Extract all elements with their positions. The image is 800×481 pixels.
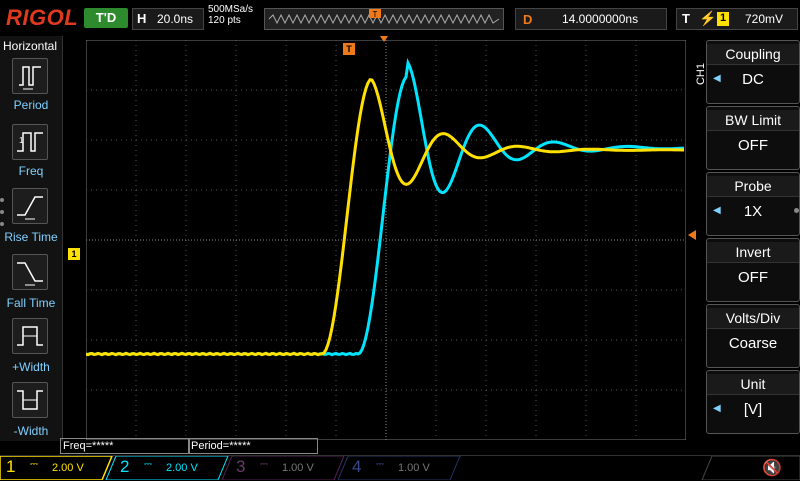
ch3-number: 3 bbox=[236, 457, 246, 476]
coupling-value: DC bbox=[742, 71, 764, 88]
horizontal-letter: H bbox=[137, 11, 147, 26]
bw-limit-title: BW Limit bbox=[707, 110, 799, 131]
ch4-scale: 1.00 V bbox=[398, 462, 430, 474]
ch1-offset-marker[interactable]: 1 bbox=[68, 248, 80, 260]
speaker-muted-icon[interactable]: 🔇 bbox=[762, 458, 782, 478]
dc-coupling-icon: ⎓ bbox=[376, 459, 384, 470]
memory-waveform-icon: T bbox=[268, 9, 500, 25]
svg-text:1: 1 bbox=[19, 136, 24, 145]
trigger-letter: T bbox=[682, 11, 690, 26]
freq-label: Freq bbox=[18, 164, 44, 178]
memory-points: 120 pts bbox=[208, 15, 241, 26]
probe-value: 1X bbox=[743, 203, 763, 220]
pos-width-label: +Width bbox=[12, 360, 50, 374]
freq-measurement[interactable]: Freq=***** bbox=[60, 438, 190, 454]
pos-width-icon bbox=[12, 318, 48, 354]
fall-time-icon bbox=[12, 254, 48, 290]
rise-time-label: Rise Time bbox=[4, 230, 58, 244]
rise-time-icon bbox=[12, 188, 48, 224]
unit-title: Unit bbox=[707, 374, 799, 395]
ch3-scale: 1.00 V bbox=[282, 462, 314, 474]
delay-box[interactable]: D 14.0000000ns bbox=[515, 8, 667, 30]
bw-limit-value: OFF bbox=[738, 137, 768, 154]
left-menu-dot bbox=[0, 198, 4, 202]
probe-button[interactable]: Probe ◀ 1X bbox=[706, 172, 800, 236]
delay-value: 14.0000000ns bbox=[562, 12, 639, 26]
ch4-number: 4 bbox=[352, 457, 362, 476]
top-status-bar: RIGOL T'D H 20.0ns 500MSa/s 120 pts T D … bbox=[0, 0, 800, 36]
ch2-scale: 2.00 V bbox=[166, 462, 198, 474]
coupling-title: Coupling bbox=[707, 44, 799, 65]
trigger-status-badge: T'D bbox=[84, 8, 128, 28]
neg-width-icon bbox=[12, 382, 48, 418]
period-measurement[interactable]: Period=***** bbox=[188, 438, 318, 454]
period-icon bbox=[12, 58, 48, 94]
ch1-number: 1 bbox=[6, 457, 16, 476]
dc-coupling-icon: ⎓ bbox=[260, 459, 268, 470]
freq-icon: 1 bbox=[12, 124, 48, 160]
timebase-value: 20.0ns bbox=[157, 12, 194, 26]
right-menu-dot bbox=[794, 208, 799, 213]
channel-menu: Coupling ◀ DC BW Limit OFF Probe ◀ 1X In… bbox=[704, 36, 800, 441]
bw-limit-button[interactable]: BW Limit OFF bbox=[706, 106, 800, 170]
invert-title: Invert bbox=[707, 242, 799, 263]
trigger-level: 720mV bbox=[745, 12, 784, 26]
unit-button[interactable]: Unit ◀ [V] bbox=[706, 370, 800, 434]
rising-edge-icon: ⚡ bbox=[699, 10, 717, 26]
fall-time-label: Fall Time bbox=[6, 296, 56, 310]
ch1-tab[interactable]: 1 ⎓ 2.00 V bbox=[0, 457, 110, 479]
center-time-marker bbox=[380, 36, 388, 42]
ch1-scale: 2.00 V bbox=[52, 462, 84, 474]
ch2-number: 2 bbox=[120, 457, 130, 476]
probe-title: Probe bbox=[707, 176, 799, 197]
volts-div-button[interactable]: Volts/Div Coarse bbox=[706, 304, 800, 368]
left-menu-dot bbox=[0, 222, 4, 226]
unit-value: [V] bbox=[743, 401, 763, 418]
memory-overview-strip[interactable]: T bbox=[264, 8, 504, 30]
brand-logo: RIGOL bbox=[6, 5, 79, 30]
timebase-box[interactable]: H 20.0ns bbox=[132, 8, 204, 30]
horizontal-measure-menu: Horizontal Period 1 Freq Rise Time Fall … bbox=[0, 36, 63, 441]
memory-trigger-marker: T bbox=[373, 10, 378, 19]
volts-div-title: Volts/Div bbox=[707, 308, 799, 329]
trigger-level-marker[interactable] bbox=[688, 230, 696, 240]
coupling-button[interactable]: Coupling ◀ DC bbox=[706, 40, 800, 104]
neg-width-label: -Width bbox=[13, 424, 49, 438]
sample-rate-readout: 500MSa/s 120 pts bbox=[208, 4, 253, 26]
ch4-tab[interactable]: 4 ⎓ 1.00 V bbox=[346, 457, 456, 479]
volts-div-value: Coarse bbox=[728, 335, 778, 352]
delay-letter: D bbox=[523, 12, 533, 27]
waveform-display[interactable] bbox=[86, 40, 686, 440]
left-menu-dot bbox=[0, 210, 4, 214]
trigger-box[interactable]: T ⚡ 1 720mV bbox=[676, 8, 798, 30]
trigger-source-badge: 1 bbox=[717, 12, 729, 26]
period-label: Period bbox=[13, 98, 49, 112]
sample-rate: 500MSa/s bbox=[208, 4, 254, 15]
menu-title: Horizontal bbox=[3, 39, 58, 53]
ch2-tab[interactable]: 2 ⎓ 2.00 V bbox=[114, 457, 224, 479]
ch3-tab[interactable]: 3 ⎓ 1.00 V bbox=[230, 457, 340, 479]
trigger-position-marker[interactable]: T bbox=[343, 43, 355, 55]
dc-coupling-icon: ⎓ bbox=[30, 459, 38, 470]
invert-value: OFF bbox=[738, 269, 768, 286]
invert-button[interactable]: Invert OFF bbox=[706, 238, 800, 302]
dc-coupling-icon: ⎓ bbox=[144, 459, 152, 470]
